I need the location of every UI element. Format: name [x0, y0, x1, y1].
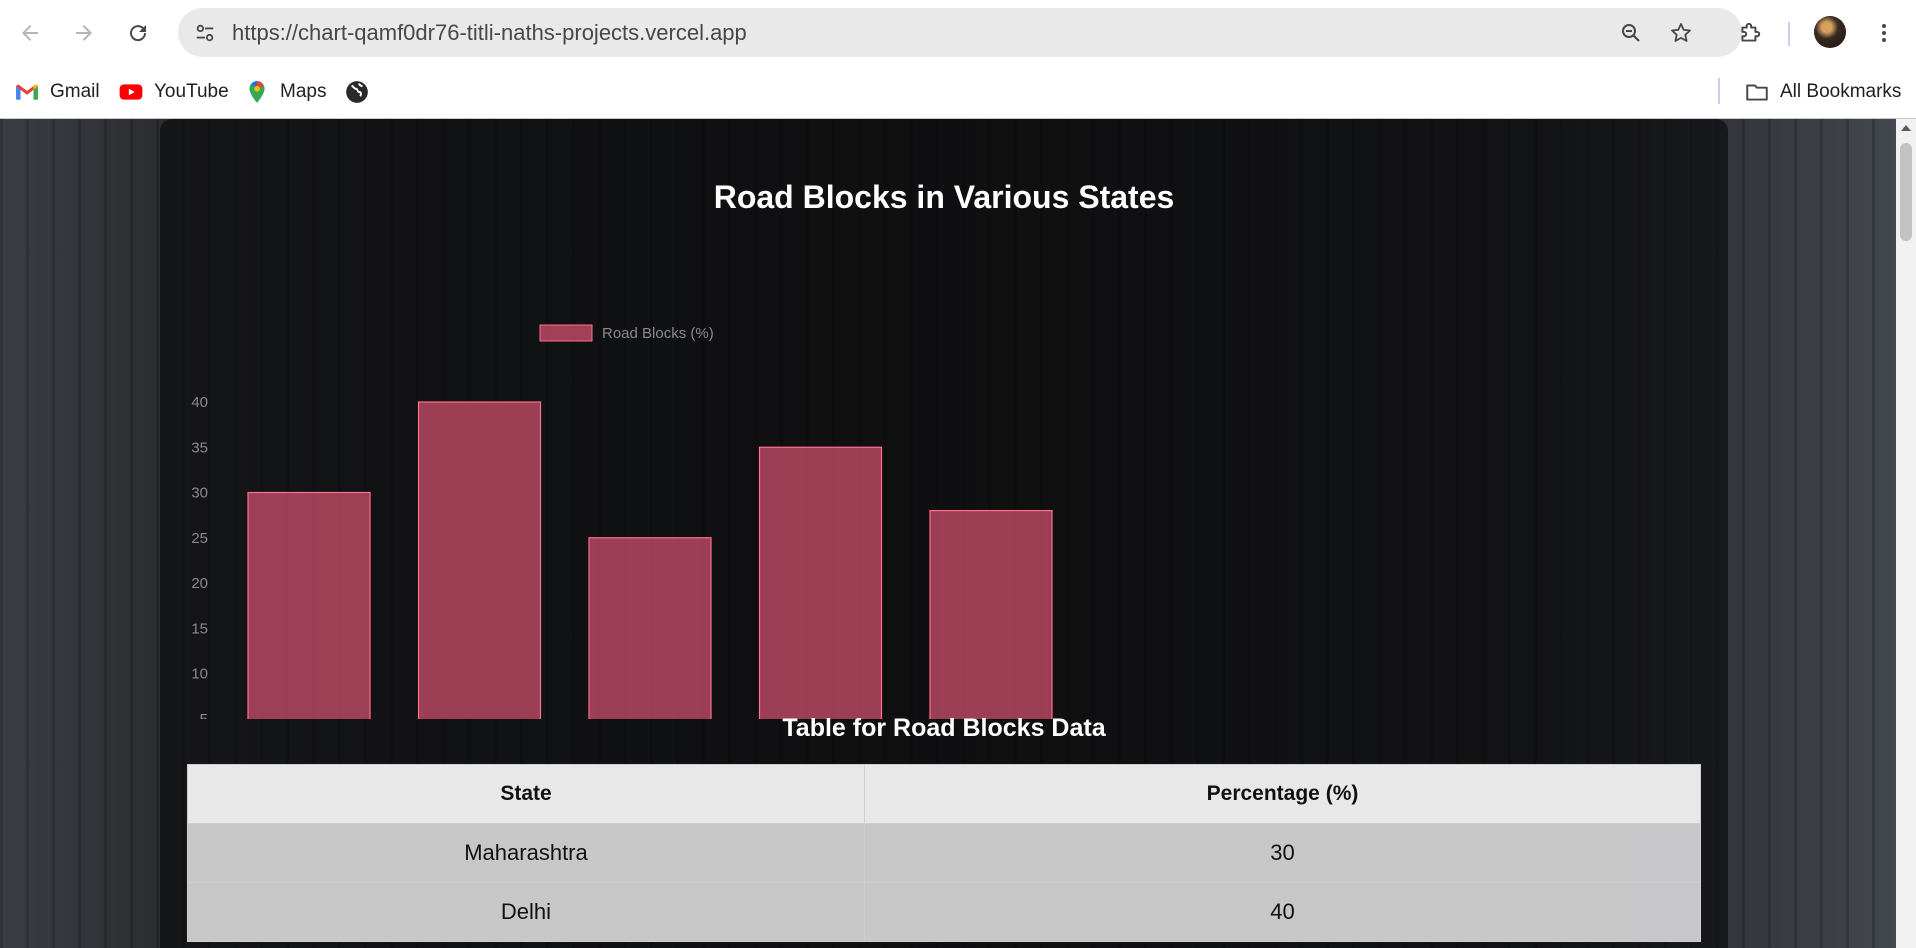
y-tick-label: 25 [191, 530, 208, 547]
bookmark-label: Maps [280, 81, 327, 102]
bar-tamil-nadu [588, 537, 712, 719]
bookmark-youtube[interactable]: YouTube [118, 76, 229, 108]
column-header-percentage: Percentage (%) [864, 764, 1701, 824]
all-bookmarks-label: All Bookmarks [1780, 81, 1902, 102]
bar-maharashtra [247, 491, 371, 719]
browser-toolbar: https://chart-qamf0dr76-titli-naths-proj… [0, 0, 1916, 66]
chrome-menu-button[interactable] [1864, 13, 1904, 53]
gmail-icon [16, 84, 38, 100]
bookmarks-divider [1718, 78, 1720, 104]
column-header-state: State [187, 764, 865, 824]
bar-chart: Road Blocks (%) 0510152025303540 Maharas… [191, 324, 1053, 719]
scroll-up-arrow-icon[interactable] [1901, 125, 1911, 131]
back-arrow-icon [22, 25, 38, 41]
forward-button[interactable] [64, 13, 104, 53]
reload-button[interactable] [118, 13, 158, 53]
y-tick-label: 40 [191, 394, 208, 411]
reload-icon [130, 25, 147, 42]
y-tick-label: 15 [191, 620, 208, 637]
bookmark-label: YouTube [154, 81, 229, 102]
table-header-row: State Percentage (%) [187, 764, 1701, 824]
zoom-button[interactable] [1614, 16, 1648, 50]
y-tick-label: 30 [191, 485, 208, 502]
more-vert-icon [1882, 24, 1886, 42]
bookmark-gmail[interactable]: Gmail [14, 76, 100, 108]
site-info-button[interactable] [188, 16, 222, 50]
extensions-button[interactable] [1730, 13, 1770, 53]
bookmark-star-button[interactable] [1664, 16, 1698, 50]
chart-title: Road Blocks in Various States [713, 179, 1175, 215]
content-card: Road Blocks in Various States Road Block… [160, 119, 1728, 948]
back-button[interactable] [10, 13, 50, 53]
cell-state: Maharashtra [187, 823, 865, 883]
bookmark-globe[interactable] [344, 76, 370, 108]
cell-percentage: 30 [864, 823, 1701, 883]
folder-icon [1746, 84, 1768, 101]
legend-swatch [539, 324, 593, 342]
toolbar-divider [1788, 22, 1790, 46]
page-viewport: Road Blocks in Various States Road Block… [0, 119, 1896, 948]
table-title: Table for Road Blocks Data [782, 714, 1106, 742]
address-bar[interactable]: https://chart-qamf0dr76-titli-naths-proj… [178, 8, 1742, 57]
cell-state: Delhi [187, 882, 865, 942]
tune-icon [196, 24, 214, 42]
bar-gujarat [929, 510, 1053, 719]
forward-arrow-icon [76, 25, 92, 41]
data-table: State Percentage (%) Maharashtra 30 Delh… [187, 764, 1701, 942]
bookmark-maps[interactable]: Maps [244, 76, 326, 108]
profile-avatar[interactable] [1814, 16, 1846, 48]
bar-karnataka [758, 446, 883, 719]
table-row: Delhi 40 [187, 882, 1701, 942]
bookmarks-bar: Gmail YouTube Maps All Bookmarks [0, 66, 1916, 119]
legend-label: Road Blocks (%) [602, 325, 714, 342]
zoom-out-icon [1622, 24, 1640, 42]
youtube-icon [119, 84, 143, 100]
maps-icon [249, 81, 265, 103]
cell-percentage: 40 [864, 882, 1701, 942]
y-tick-label: 10 [191, 666, 208, 683]
table-row: Maharashtra 30 [187, 823, 1701, 883]
bar-delhi [417, 401, 542, 719]
y-tick-label: 20 [191, 575, 208, 592]
globe-icon [346, 81, 368, 103]
page-scrollbar[interactable] [1896, 119, 1916, 948]
all-bookmarks-button[interactable]: All Bookmarks [1744, 76, 1901, 108]
y-tick-label: 35 [191, 439, 208, 456]
puzzle-icon [1741, 22, 1761, 42]
bookmark-label: Gmail [50, 81, 100, 102]
url-text[interactable]: https://chart-qamf0dr76-titli-naths-proj… [232, 8, 747, 57]
star-icon [1671, 23, 1691, 42]
scrollbar-thumb[interactable] [1900, 143, 1912, 241]
